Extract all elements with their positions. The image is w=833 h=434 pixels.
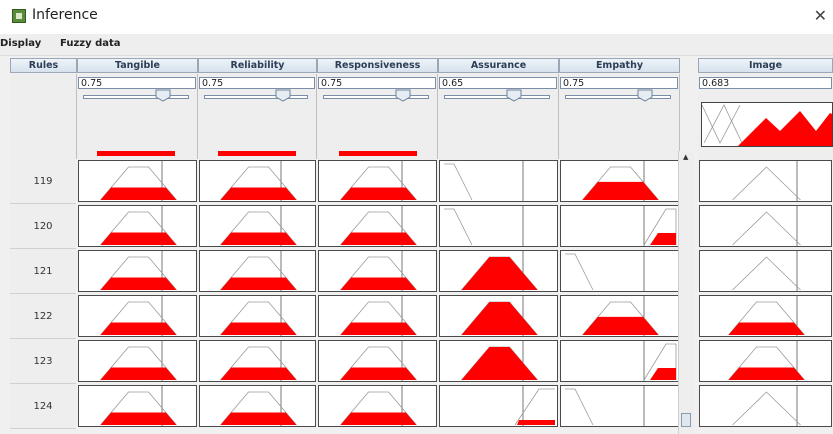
assurance-slider-track[interactable] (444, 95, 550, 99)
image-value[interactable]: 0.683 (699, 77, 832, 89)
control-responsiveness: 0.75 (317, 74, 438, 159)
rule-124-col-image-plot (699, 385, 832, 427)
control-empathy: 0.75 (559, 74, 680, 159)
rule-120-col-image-plot (699, 205, 832, 247)
close-icon[interactable]: ✕ (814, 6, 827, 25)
rule-122-col-assurance-plot (439, 295, 558, 337)
assurance-value[interactable]: 0.65 (439, 77, 557, 89)
empathy-slider-thumb[interactable] (637, 89, 653, 102)
rule-123-col-responsiveness-plot (318, 340, 437, 382)
responsiveness-slider-thumb[interactable] (395, 89, 411, 102)
rule-121-col-empathy-plot (560, 250, 679, 292)
header-image[interactable]: Image (698, 58, 833, 73)
rule-122-col-image-plot (699, 295, 832, 337)
header-rules[interactable]: Rules (10, 58, 77, 73)
control-assurance: 0.65 (438, 74, 559, 159)
rule-123-col-image-plot (699, 340, 832, 382)
rule-119-col-responsiveness-plot (318, 160, 437, 202)
rule-124-col-assurance-plot (439, 385, 558, 427)
vertical-scrollbar[interactable]: ▲ (678, 151, 694, 434)
rule-123-col-reliability-plot (199, 340, 316, 382)
reliability-slider-track[interactable] (204, 95, 308, 99)
tangible-value[interactable]: 0.75 (78, 77, 196, 89)
rule-119-col-assurance-plot (439, 160, 558, 202)
rule-122-col-reliability-plot (199, 295, 316, 337)
scroll-thumb[interactable] (681, 413, 691, 427)
rule-122-col-responsiveness-plot (318, 295, 437, 337)
rule-id-cell: 123 (10, 339, 76, 384)
window-title: Inference (32, 7, 98, 23)
rule-120-col-empathy-plot (560, 205, 679, 247)
title-bar: Inference ✕ (0, 0, 833, 34)
partial-fill-responsiveness (339, 151, 417, 156)
rule-121-col-image-plot (699, 250, 832, 292)
rule-id-cell: 119 (10, 159, 76, 204)
rule-123-col-assurance-plot (439, 340, 558, 382)
rule-120-col-tangible-plot (78, 205, 197, 247)
menu-bar: Display Fuzzy data (0, 34, 833, 56)
empathy-slider-track[interactable] (565, 95, 671, 99)
responsiveness-value[interactable]: 0.75 (318, 77, 436, 89)
rule-123-col-tangible-plot (78, 340, 197, 382)
rule-121-col-reliability-plot (199, 250, 316, 292)
menu-display[interactable]: Display (0, 38, 41, 49)
assurance-slider-thumb[interactable] (506, 89, 522, 102)
header-assurance[interactable]: Assurance (438, 58, 559, 73)
reliability-slider-thumb[interactable] (275, 89, 291, 102)
header-responsiveness[interactable]: Responsiveness (317, 58, 438, 73)
inference-table: Rules Tangible Reliability Responsivenes… (0, 56, 833, 434)
responsiveness-slider-track[interactable] (323, 95, 429, 99)
control-image: 0.683 (698, 74, 833, 159)
rule-121-col-responsiveness-plot (318, 250, 437, 292)
empathy-value[interactable]: 0.75 (560, 77, 678, 89)
rule-122-col-tangible-plot (78, 295, 197, 337)
rule-122-col-empathy-plot (560, 295, 679, 337)
partial-fill-reliability (218, 151, 296, 156)
header-tangible[interactable]: Tangible (77, 58, 198, 73)
rule-120-col-assurance-plot (439, 205, 558, 247)
rule-id-cell: 121 (10, 249, 76, 294)
rule-121-col-tangible-plot (78, 250, 197, 292)
rule-119-col-empathy-plot (560, 160, 679, 202)
reliability-value[interactable]: 0.75 (199, 77, 315, 89)
rule-124-col-reliability-plot (199, 385, 316, 427)
menu-fuzzy-data[interactable]: Fuzzy data (60, 38, 121, 49)
control-tangible: 0.75 (77, 74, 198, 159)
rule-120-col-responsiveness-plot (318, 205, 437, 247)
partial-fill-tangible (97, 151, 175, 156)
tangible-slider-track[interactable] (83, 95, 189, 99)
rule-124-col-responsiveness-plot (318, 385, 437, 427)
rule-119-col-tangible-plot (78, 160, 197, 202)
rule-id-cell: 122 (10, 294, 76, 339)
header-reliability[interactable]: Reliability (198, 58, 317, 73)
rule-id-cell: 120 (10, 204, 76, 249)
header-empathy[interactable]: Empathy (559, 58, 680, 73)
rule-123-col-empathy-plot (560, 340, 679, 382)
rules-control-spacer (10, 74, 77, 159)
rule-119-col-image-plot (699, 160, 832, 202)
rule-124-col-empathy-plot (560, 385, 679, 427)
app-icon (12, 9, 26, 23)
control-reliability: 0.75 (198, 74, 317, 159)
rule-id-cell: 124 (10, 384, 76, 429)
rule-119-col-reliability-plot (199, 160, 316, 202)
scroll-up-icon[interactable]: ▲ (683, 153, 688, 161)
tangible-slider-thumb[interactable] (155, 89, 171, 102)
rule-121-col-assurance-plot (439, 250, 558, 292)
partial-top-row (77, 151, 680, 157)
rule-124-col-tangible-plot (78, 385, 197, 427)
image-aggregate-plot (701, 102, 833, 147)
rule-120-col-reliability-plot (199, 205, 316, 247)
